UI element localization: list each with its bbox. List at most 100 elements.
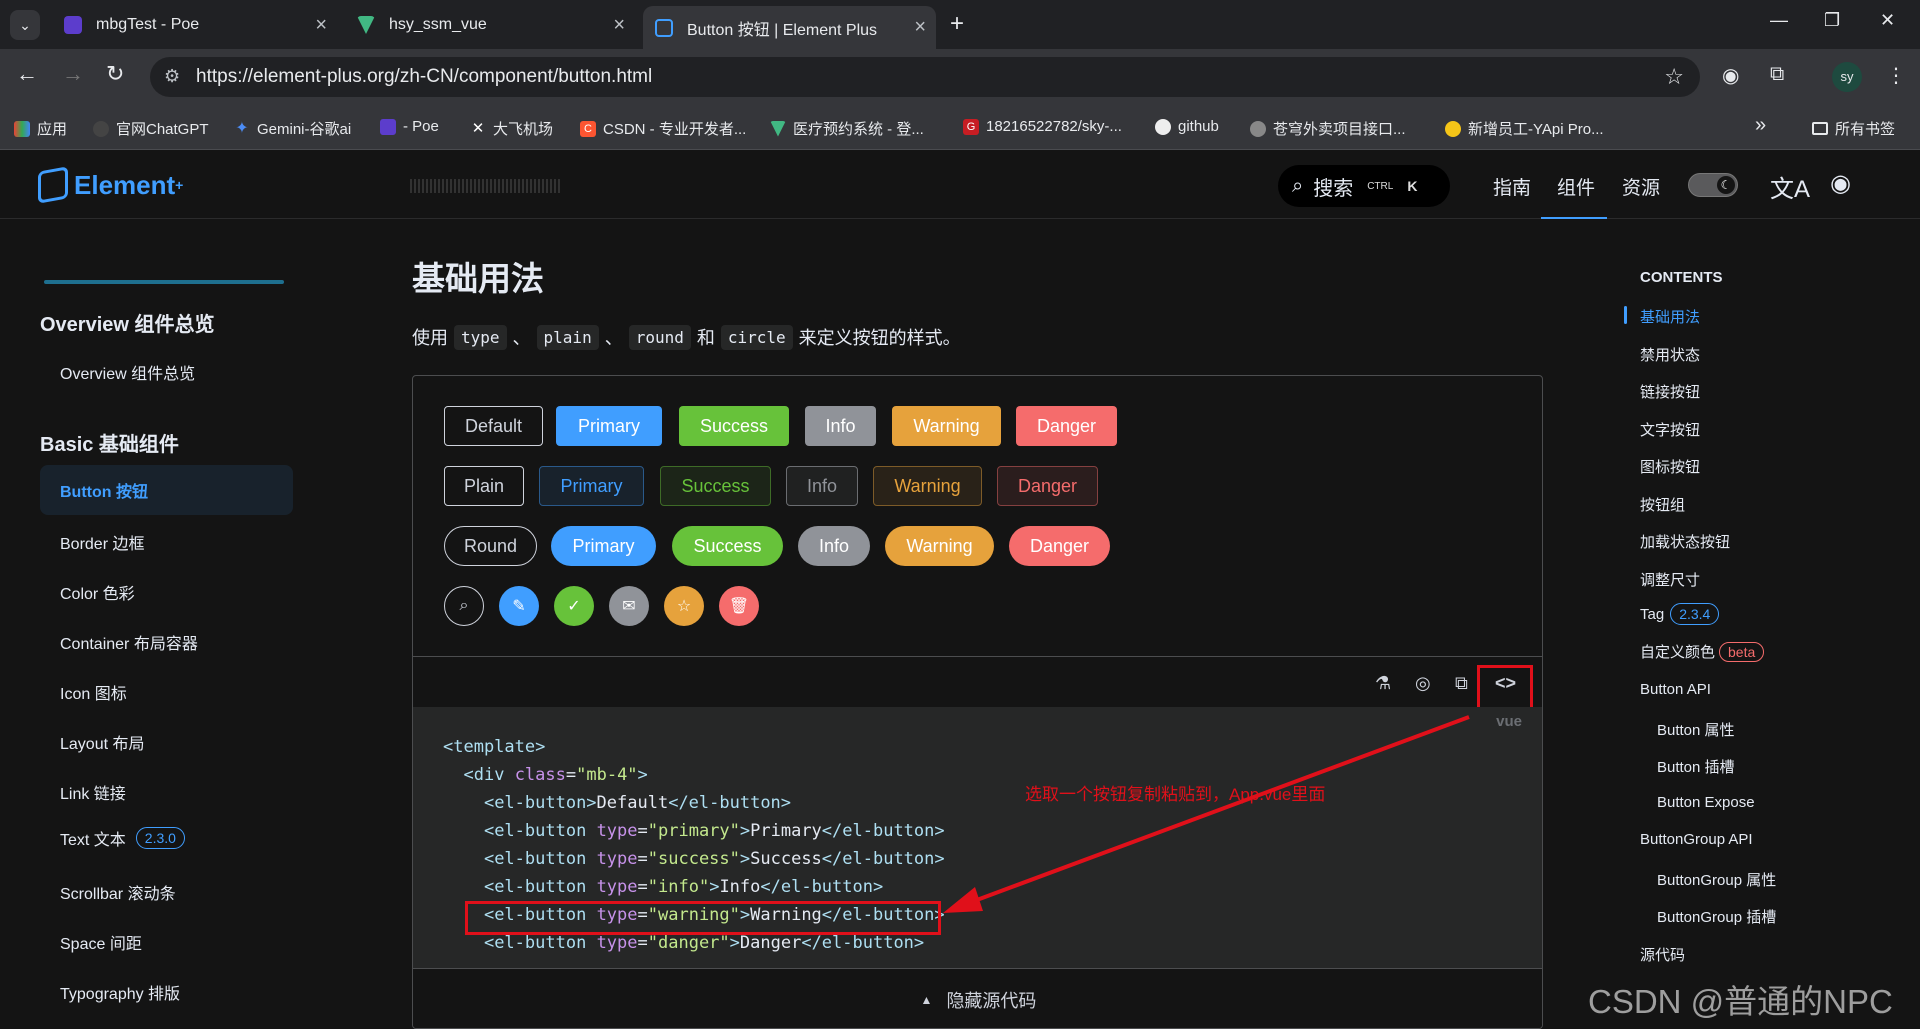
github-icon[interactable]: ◎ xyxy=(1415,673,1431,694)
sidebar-item-link[interactable]: Link 链接 xyxy=(60,780,126,804)
new-tab-button[interactable]: + xyxy=(950,10,964,38)
forward-button[interactable]: → xyxy=(62,61,84,87)
bookmark-apps[interactable]: 应用 xyxy=(14,118,67,139)
toc-item[interactable]: Button 属性 xyxy=(1657,719,1735,740)
tab-element-plus-button[interactable]: Button 按钮 | Element Plus × xyxy=(643,6,936,49)
toc-item[interactable]: 链接按钮 xyxy=(1640,381,1700,402)
circle-message-button[interactable]: ✉ xyxy=(609,586,649,626)
plain-success-button[interactable]: Success xyxy=(660,466,771,506)
bookmark-github[interactable]: github xyxy=(1155,118,1219,135)
sidebar-item-space[interactable]: Space 间距 xyxy=(60,930,142,954)
toc-item-custom-color[interactable]: 自定义颜色 beta xyxy=(1640,641,1765,662)
toc-item[interactable]: Button 插槽 xyxy=(1657,756,1735,777)
url-field[interactable]: ⚙ https://element-plus.org/zh-CN/compone… xyxy=(150,57,1700,97)
bookmark-medical[interactable]: 医疗预约系统 - 登... xyxy=(770,118,924,139)
toc-item[interactable]: ButtonGroup API xyxy=(1640,831,1753,848)
all-bookmarks-folder[interactable]: 所有书签 xyxy=(1812,118,1895,139)
plain-warning-button[interactable]: Warning xyxy=(873,466,982,506)
tab-hsy-ssm-vue[interactable]: hsy_ssm_vue × xyxy=(345,6,635,44)
search-button[interactable]: ⌕ 搜索 CTRL K xyxy=(1278,165,1450,207)
bookmark-poe[interactable]: - Poe xyxy=(380,118,439,135)
success-button[interactable]: Success xyxy=(679,406,789,446)
plain-danger-button[interactable]: Danger xyxy=(997,466,1098,506)
minimize-button[interactable]: — xyxy=(1770,10,1788,31)
plain-primary-button[interactable]: Primary xyxy=(539,466,644,506)
sidebar-item-container[interactable]: Container 布局容器 xyxy=(60,630,198,654)
round-success-button[interactable]: Success xyxy=(672,526,783,566)
round-primary-button[interactable]: Primary xyxy=(551,526,656,566)
close-icon[interactable]: × xyxy=(914,16,926,39)
extensions-puzzle-icon[interactable]: ⧉ xyxy=(1770,63,1784,86)
profile-avatar[interactable]: sy xyxy=(1832,62,1862,92)
maximize-button[interactable]: ❐ xyxy=(1824,10,1840,31)
sidebar-item-scrollbar[interactable]: Scrollbar 滚动条 xyxy=(60,880,176,904)
circle-star-button[interactable]: ☆ xyxy=(664,586,704,626)
browser-menu-icon[interactable]: ⋮ xyxy=(1886,63,1906,88)
toc-item[interactable]: 图标按钮 xyxy=(1640,456,1700,477)
back-button[interactable]: ← xyxy=(16,61,38,87)
sidebar-item-border[interactable]: Border 边框 xyxy=(60,530,144,554)
warning-button[interactable]: Warning xyxy=(892,406,1001,446)
extension-icon[interactable]: ◉ xyxy=(1722,63,1739,88)
toc-item[interactable]: 文字按钮 xyxy=(1640,419,1700,440)
sidebar-item-text[interactable]: Text 文本 2.3.0 xyxy=(60,826,185,850)
sidebar-item-color[interactable]: Color 色彩 xyxy=(60,580,135,604)
info-button[interactable]: Info xyxy=(805,406,876,446)
circle-delete-button[interactable]: 🗑 xyxy=(719,586,759,626)
reload-button[interactable]: ↻ xyxy=(106,61,124,87)
plain-info-button[interactable]: Info xyxy=(786,466,858,506)
sidebar-item-typography[interactable]: Typography 排版 xyxy=(60,980,180,1004)
bookmark-gemini[interactable]: ✦ Gemini-谷歌ai xyxy=(234,118,351,139)
circle-search-button[interactable]: ⌕ xyxy=(444,586,484,626)
bookmark-chatgpt[interactable]: 官网ChatGPT xyxy=(93,118,209,139)
toc-item[interactable]: Button API xyxy=(1640,681,1711,698)
bookmark-star-icon[interactable]: ☆ xyxy=(1664,64,1684,90)
round-info-button[interactable]: Info xyxy=(798,526,870,566)
translate-icon[interactable]: 文A xyxy=(1770,169,1810,204)
toc-item[interactable]: ButtonGroup 插槽 xyxy=(1657,906,1776,927)
toc-item[interactable]: Button Expose xyxy=(1657,794,1755,811)
nav-resources[interactable]: 资源 xyxy=(1622,173,1660,200)
sidebar-item-button[interactable]: Button 按钮 xyxy=(40,465,293,515)
default-button[interactable]: Default xyxy=(444,406,543,446)
toc-item[interactable]: ButtonGroup 属性 xyxy=(1657,869,1776,890)
element-logo[interactable]: Element + xyxy=(38,166,183,204)
toc-item-tag[interactable]: Tag 2.3.4 xyxy=(1640,603,1720,625)
toc-item[interactable]: 调整尺寸 xyxy=(1640,569,1700,590)
hide-source-button[interactable]: ▲ 隐藏源代码 xyxy=(413,968,1542,1028)
playground-icon[interactable]: ⚗ xyxy=(1375,673,1391,694)
close-icon[interactable]: × xyxy=(613,14,625,37)
toc-item[interactable]: 按钮组 xyxy=(1640,494,1685,515)
bookmark-csdn[interactable]: C CSDN - 专业开发者... xyxy=(580,118,746,139)
plain-button[interactable]: Plain xyxy=(444,466,524,506)
sidebar-item-icon[interactable]: Icon 图标 xyxy=(60,680,127,704)
toc-item[interactable]: 加载状态按钮 xyxy=(1640,531,1730,552)
close-window-button[interactable]: ✕ xyxy=(1880,10,1895,31)
nav-components[interactable]: 组件 xyxy=(1557,173,1595,200)
toc-item[interactable]: 基础用法 xyxy=(1640,306,1700,327)
bookmark-api[interactable]: 苍穹外卖项目接口... xyxy=(1250,118,1406,139)
circle-check-button[interactable]: ✓ xyxy=(554,586,594,626)
round-button[interactable]: Round xyxy=(444,526,537,566)
tab-search-button[interactable]: ⌄ xyxy=(10,10,40,40)
dark-mode-toggle[interactable]: ☾ xyxy=(1688,173,1738,197)
close-icon[interactable]: × xyxy=(315,14,327,37)
tab-poe[interactable]: mbgTest - Poe × xyxy=(52,6,337,44)
nav-guide[interactable]: 指南 xyxy=(1493,173,1531,200)
more-bookmarks-button[interactable]: » xyxy=(1755,114,1766,137)
bookmark-yapi[interactable]: 新增员工-YApi Pro... xyxy=(1445,118,1604,139)
github-icon[interactable]: ◉ xyxy=(1830,169,1851,198)
site-info-icon[interactable]: ⚙ xyxy=(164,66,180,87)
toc-item[interactable]: 禁用状态 xyxy=(1640,344,1700,365)
sidebar-item-overview[interactable]: Overview 组件总览 xyxy=(60,360,195,384)
round-warning-button[interactable]: Warning xyxy=(885,526,994,566)
round-danger-button[interactable]: Danger xyxy=(1009,526,1110,566)
circle-edit-button[interactable]: ✎ xyxy=(499,586,539,626)
copy-icon[interactable]: ⧉ xyxy=(1455,673,1468,694)
primary-button[interactable]: Primary xyxy=(556,406,662,446)
bookmark-sky[interactable]: G 18216522782/sky-... xyxy=(963,118,1122,135)
danger-button[interactable]: Danger xyxy=(1016,406,1117,446)
bookmark-airport[interactable]: ✕ 大飞机场 xyxy=(470,118,553,139)
sidebar-item-layout[interactable]: Layout 布局 xyxy=(60,730,145,754)
toc-item[interactable]: 源代码 xyxy=(1640,944,1685,965)
